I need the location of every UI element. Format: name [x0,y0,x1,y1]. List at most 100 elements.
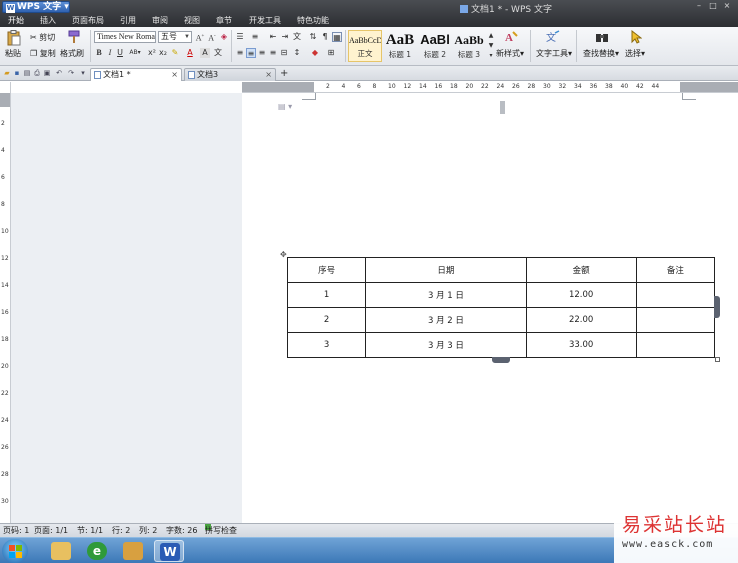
undo-icon[interactable]: ↶ [55,69,63,77]
table-header-cell[interactable]: 金额 [525,257,637,283]
phonetic-button[interactable]: 文 [213,48,223,58]
menu-insert[interactable]: 插入 [40,15,56,26]
menu-references[interactable]: 引用 [120,15,136,26]
print-icon[interactable]: ⎙ [33,69,41,77]
maximize-icon[interactable]: □ [706,1,720,11]
table-cell[interactable]: 3 月 3 日 [365,332,527,358]
shading-button[interactable]: ◆ [310,48,320,58]
document-page[interactable]: ▤ ▾ ✥ 序号 日期 金额 备注 1 3 月 1 日 12.00 2 3 月 … [242,93,738,523]
distribute-button[interactable]: ⊟ [279,48,289,58]
export-icon[interactable]: ▣ [43,69,51,77]
sort-button[interactable]: ⇅ [308,32,318,42]
menu-developer[interactable]: 开发工具 [249,15,281,26]
line-spacing-button[interactable]: ↕ [292,48,302,58]
superscript-button[interactable]: x² [147,48,157,58]
table-resize-handle[interactable] [715,357,720,362]
print-preview-icon[interactable]: ▤ [23,69,31,77]
strikethrough-button[interactable]: AB▾ [127,48,143,58]
grow-font-button[interactable]: A+ [195,32,205,43]
tab-document-1[interactable]: 文档1 * × [90,68,182,81]
cut-button[interactable]: ✂ 剪切 [30,32,55,43]
table-cell[interactable]: 12.00 [525,282,637,308]
new-tab-button[interactable]: + [280,68,288,79]
clear-format-button[interactable]: ◈ [219,32,229,42]
align-left-button[interactable]: ≡ [235,48,245,58]
style-heading-1[interactable]: AaB 标题 1 [383,30,417,62]
taskbar-explorer[interactable] [46,540,76,562]
show-marks-button[interactable]: ¶ [320,32,330,42]
app-menu-button[interactable]: W WPS 文字 ▾ [2,1,70,13]
numbering-button[interactable]: ≡ [250,32,260,42]
font-name-combo[interactable]: Times New Roman [94,31,156,43]
table-cell[interactable] [635,307,716,333]
close-tab-icon[interactable]: × [171,69,178,80]
close-icon[interactable]: × [720,1,734,11]
font-size-combo[interactable]: 五号 ▼ [158,31,192,43]
data-table[interactable]: 序号 日期 金额 备注 1 3 月 1 日 12.00 2 3 月 2 日 22… [286,257,716,358]
table-cell[interactable] [635,332,716,358]
ruler-tick-label: 26 [512,83,520,90]
find-replace-button[interactable]: 查找替换▾ [582,30,622,64]
table-cell[interactable] [635,282,716,308]
select-button[interactable]: 选择▾ [624,30,648,64]
status-word-count[interactable]: 字数: 26 [166,524,197,537]
justify-button[interactable]: ≡ [268,48,278,58]
style-normal[interactable]: AaBbCcDd 正文 [348,30,382,62]
taskbar-app[interactable] [118,540,148,562]
copy-button[interactable]: ❐ 复制 [30,48,56,59]
taskbar-browser[interactable]: e [82,540,112,562]
format-painter-button[interactable]: 格式刷 [60,30,88,64]
table-add-row-handle[interactable] [492,357,510,363]
minimize-icon[interactable]: – [692,1,706,11]
table-cell[interactable]: 3 [286,332,367,358]
menu-review[interactable]: 审阅 [152,15,168,26]
menu-features[interactable]: 特色功能 [297,15,329,26]
align-right-button[interactable]: ≡ [257,48,267,58]
taskbar-wps-writer[interactable]: W [154,540,184,562]
new-style-button[interactable]: A 新样式▾ [495,30,527,64]
shrink-font-button[interactable]: A- [207,32,217,43]
save-icon[interactable]: ▪ [13,69,21,77]
style-heading-3[interactable]: AaBb 标题 3 [452,30,486,62]
increase-indent-button[interactable]: ⇥ [280,32,290,42]
tab-document-3[interactable]: 文档3 × [184,68,276,81]
table-add-column-handle[interactable] [714,296,720,318]
vertical-ruler[interactable]: 2 4 6 8 10 12 14 16 18 20 22 24 26 28 30 [0,82,11,523]
open-icon[interactable]: ▰ [3,69,11,77]
horizontal-ruler[interactable]: 2 4 6 8 10 12 14 16 18 20 22 24 26 28 30 32 34 36 38 40 42 44 [242,82,738,93]
bullets-button[interactable]: ☰ [235,32,245,42]
table-header-cell[interactable]: 序号 [286,257,367,283]
decrease-indent-button[interactable]: ⇤ [268,32,278,42]
table-cell[interactable]: 3 月 2 日 [365,307,527,333]
menu-home[interactable]: 开始 [8,15,24,26]
border-button[interactable]: ▦ [332,32,342,42]
start-button[interactable] [2,539,28,563]
table-cell[interactable]: 33.00 [525,332,637,358]
bold-button[interactable]: B [94,48,104,58]
quick-access-dropdown-icon[interactable]: ▾ [79,69,87,77]
font-color-button[interactable]: A [185,48,195,58]
style-heading-2[interactable]: AaBl 标题 2 [418,30,452,62]
subscript-button[interactable]: x₂ [158,48,168,58]
redo-icon[interactable]: ↷ [67,69,75,77]
menu-view[interactable]: 视图 [184,15,200,26]
table-header-cell[interactable]: 日期 [365,257,527,283]
menu-chapter[interactable]: 章节 [216,15,232,26]
table-cell[interactable]: 2 [286,307,367,333]
table-border-button[interactable]: ⊞ [326,48,336,58]
table-cell[interactable]: 22.00 [525,307,637,333]
close-tab-icon[interactable]: × [265,69,272,80]
table-cell[interactable]: 3 月 1 日 [365,282,527,308]
italic-button[interactable]: I [105,48,115,58]
align-center-button[interactable]: ≡ [246,48,256,58]
char-shading-button[interactable]: A [200,48,210,58]
paste-button[interactable]: 粘贴 [4,30,24,64]
text-tools-button[interactable]: 文 文字工具▾ [534,30,572,64]
underline-button[interactable]: U [115,48,125,58]
highlight-icon[interactable]: ✎ [170,48,180,58]
chinese-layout-button[interactable]: 文 [292,32,302,42]
table-cell[interactable]: 1 [286,282,367,308]
table-header-cell[interactable]: 备注 [635,257,716,283]
menu-page-layout[interactable]: 页面布局 [72,15,104,26]
document-area[interactable]: ▤ ▾ ✥ 序号 日期 金额 备注 1 3 月 1 日 12.00 2 3 月 … [242,93,738,523]
